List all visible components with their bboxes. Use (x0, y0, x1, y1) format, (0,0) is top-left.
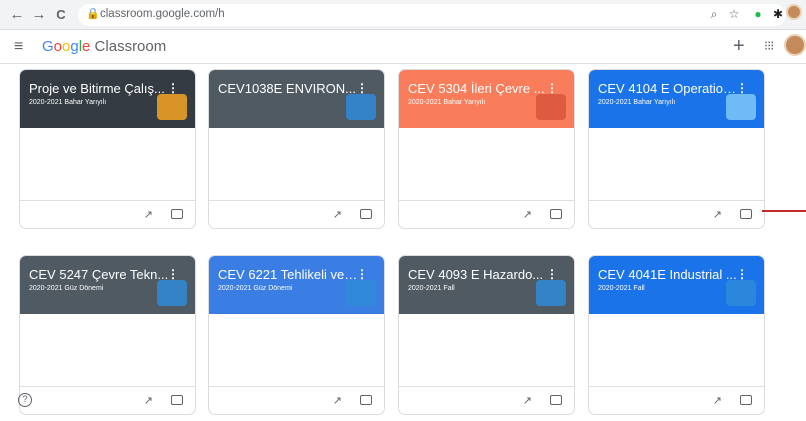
class-title[interactable]: CEV 4104 E Operation... (598, 81, 738, 96)
class-card[interactable]: CEV 4041E Industrial ... 2020-2021 Fall ⋮ ↗ (588, 255, 765, 415)
class-card[interactable]: CEV1038E ENVIRON... ⋮ ↗ (208, 69, 385, 229)
card-footer: ↗ (20, 200, 195, 228)
class-term: 2020-2021 Fall (598, 285, 645, 292)
brand-google: Google (42, 38, 91, 55)
folder-icon[interactable] (740, 209, 752, 219)
more-options-icon[interactable]: ⋮ (546, 267, 558, 281)
more-options-icon[interactable]: ⋮ (167, 81, 179, 95)
banner-illustration (346, 94, 376, 120)
help-icon[interactable]: ? (18, 393, 32, 407)
more-options-icon[interactable]: ⋮ (356, 267, 368, 281)
class-term: 2020-2021 Fall (408, 285, 455, 292)
class-title[interactable]: CEV 5247 Çevre Tekn... (29, 267, 169, 282)
folder-icon[interactable] (171, 395, 183, 405)
banner-illustration (726, 94, 756, 120)
folder-icon[interactable] (740, 395, 752, 405)
folder-icon[interactable] (171, 209, 183, 219)
class-title[interactable]: CEV 6221 Tehlikeli ve ... (218, 267, 358, 282)
class-title[interactable]: CEV 4093 E Hazardo... (408, 267, 548, 282)
class-card[interactable]: CEV 5247 Çevre Tekn... 2020-2021 Güz Döne… (19, 255, 196, 415)
class-title[interactable]: Proje ve Bitirme Çalış... (29, 81, 169, 96)
folder-icon[interactable] (550, 209, 562, 219)
class-card[interactable]: CEV 5304 İleri Çevre ... 2020-2021 Bahar … (398, 69, 575, 229)
folder-icon[interactable] (360, 209, 372, 219)
more-options-icon[interactable]: ⋮ (736, 267, 748, 281)
browser-toolbar: ← → C 🔒 classroom.google.com/h ⌕ ☆ ● ✱ (0, 0, 806, 30)
class-card[interactable]: Proje ve Bitirme Çalış... 2020-2021 Bahar… (19, 69, 196, 229)
class-term: 2020-2021 Bahar Yarıyılı (408, 99, 486, 106)
banner-illustration (536, 280, 566, 306)
gradebook-icon[interactable]: ↗ (333, 394, 342, 407)
gradebook-icon[interactable]: ↗ (523, 394, 532, 407)
gradebook-icon[interactable]: ↗ (144, 208, 153, 221)
puzzle-icon[interactable]: ✱ (770, 6, 786, 22)
more-options-icon[interactable]: ⋮ (167, 267, 179, 281)
card-footer: ↗ (209, 386, 384, 414)
gradebook-icon[interactable]: ↗ (333, 208, 342, 221)
menu-icon[interactable]: ≡ (14, 38, 23, 56)
forward-icon[interactable]: → (30, 6, 48, 24)
account-avatar[interactable] (784, 34, 806, 56)
classroom-logo[interactable]: Google Classroom (42, 38, 166, 55)
banner-illustration (726, 280, 756, 306)
zoom-icon[interactable]: ⌕ (706, 6, 722, 22)
banner-illustration (157, 94, 187, 120)
reload-icon[interactable]: C (52, 6, 70, 24)
folder-icon[interactable] (360, 395, 372, 405)
more-options-icon[interactable]: ⋮ (736, 81, 748, 95)
back-icon[interactable]: ← (8, 6, 26, 24)
address-bar[interactable]: 🔒 classroom.google.com/h (78, 4, 786, 26)
class-card[interactable]: CEV 4104 E Operation... 2020-2021 Bahar Y… (588, 69, 765, 229)
card-footer: ↗ (399, 386, 574, 414)
gradebook-icon[interactable]: ↗ (713, 208, 722, 221)
class-term: 2020-2021 Bahar Yarıyılı (598, 99, 676, 106)
classroom-header: ≡ Google Classroom + ⁝⁝⁝ (0, 30, 806, 64)
class-term: 2020-2021 Güz Dönemi (218, 285, 293, 292)
lock-icon: 🔒 (86, 8, 100, 20)
gradebook-icon[interactable]: ↗ (523, 208, 532, 221)
banner-illustration (346, 280, 376, 306)
url-text: classroom.google.com/h (100, 8, 225, 20)
more-options-icon[interactable]: ⋮ (546, 81, 558, 95)
class-term: 2020-2021 Güz Dönemi (29, 285, 104, 292)
class-term: 2020-2021 Bahar Yarıyılı (29, 99, 107, 106)
brand-product: Classroom (90, 38, 167, 55)
card-footer: ↗ (589, 386, 764, 414)
class-card[interactable]: CEV 4093 E Hazardo... 2020-2021 Fall ⋮ ↗ (398, 255, 575, 415)
browser-profile-avatar[interactable] (786, 4, 802, 20)
class-title[interactable]: CEV1038E ENVIRON... (218, 81, 358, 96)
card-footer: ↗ (399, 200, 574, 228)
more-options-icon[interactable]: ⋮ (356, 81, 368, 95)
class-title[interactable]: CEV 4041E Industrial ... (598, 267, 738, 282)
card-footer: ↗ (589, 200, 764, 228)
extension-icon[interactable]: ● (750, 6, 766, 22)
banner-illustration (157, 280, 187, 306)
google-apps-icon[interactable]: ⁝⁝⁝ (764, 38, 774, 54)
gradebook-icon[interactable]: ↗ (713, 394, 722, 407)
class-title[interactable]: CEV 5304 İleri Çevre ... (408, 81, 548, 96)
class-card[interactable]: CEV 6221 Tehlikeli ve ... 2020-2021 Güz D… (208, 255, 385, 415)
bookmark-star-icon[interactable]: ☆ (726, 6, 742, 22)
banner-illustration (536, 94, 566, 120)
annotation-line (762, 210, 806, 212)
card-footer: ↗ (20, 386, 195, 414)
folder-icon[interactable] (550, 395, 562, 405)
add-class-icon[interactable]: + (733, 35, 745, 58)
card-footer: ↗ (209, 200, 384, 228)
gradebook-icon[interactable]: ↗ (144, 394, 153, 407)
